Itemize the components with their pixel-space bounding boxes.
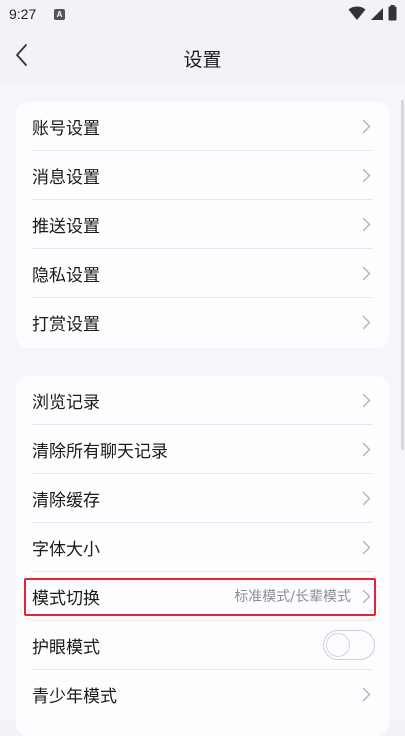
list-item-label: 打赏设置 (32, 315, 100, 335)
push-settings-item[interactable]: 推送设置 (32, 200, 373, 249)
list-item-label: 消息设置 (32, 167, 100, 188)
list-item-label: 护眼模式 (32, 637, 100, 658)
clear-chat-history-item[interactable]: 清除所有聊天记录 (32, 425, 373, 474)
tip-settings-item[interactable]: 打赏设置 (32, 298, 373, 347)
status-icons (348, 5, 397, 25)
list-item-label: 推送设置 (32, 216, 100, 237)
mode-switch-item[interactable]: 模式切换 标准模式/长辈模式 (32, 572, 373, 621)
chevron-right-icon (359, 167, 373, 183)
privacy-settings-item[interactable]: 隐私设置 (32, 249, 373, 298)
chevron-right-icon (359, 315, 373, 331)
chevron-right-icon (359, 441, 373, 457)
settings-group-account: 账号设置 消息设置 推送设置 隐私设置 打赏设置 (16, 102, 389, 348)
chevron-right-icon (359, 118, 373, 134)
nav-bar: 设置 (0, 30, 405, 84)
wifi-icon (348, 5, 366, 25)
browse-history-item[interactable]: 浏览记录 (32, 376, 373, 425)
message-settings-item[interactable]: 消息设置 (32, 151, 373, 200)
chevron-right-icon (359, 265, 373, 281)
list-item-label: 清除所有聊天记录 (32, 441, 168, 462)
list-item-label: 清除缓存 (32, 490, 100, 511)
status-bar: 9:27 A (0, 0, 405, 30)
chevron-right-icon (359, 687, 373, 703)
chevron-right-icon (359, 588, 373, 604)
chevron-right-icon (359, 539, 373, 555)
app-notification-icon: A (54, 9, 65, 20)
list-item-label: 隐私设置 (32, 265, 100, 286)
eye-protection-item: 护眼模式 (32, 621, 375, 670)
battery-icon (388, 5, 397, 25)
page-title: 设置 (183, 49, 222, 71)
status-time: 9:27 (9, 6, 37, 22)
settings-group-general: 浏览记录 清除所有聊天记录 清除缓存 字体大小 模式切换 标准模式/长辈模式 护… (16, 376, 389, 736)
account-settings-item[interactable]: 账号设置 (32, 102, 373, 151)
list-item-label: 浏览记录 (32, 392, 100, 413)
list-item-label: 模式切换 (32, 588, 100, 609)
font-size-item[interactable]: 字体大小 (32, 523, 373, 572)
scrollbar[interactable] (401, 100, 404, 450)
clear-cache-item[interactable]: 清除缓存 (32, 474, 373, 523)
list-item-label: 字体大小 (32, 539, 100, 560)
eye-protection-toggle[interactable] (323, 630, 375, 660)
list-item-label: 青少年模式 (32, 687, 117, 707)
chevron-right-icon (359, 216, 373, 232)
chevron-right-icon (359, 392, 373, 408)
list-item-label: 账号设置 (32, 118, 100, 139)
mode-switch-value: 标准模式/长辈模式 (234, 589, 351, 605)
chevron-right-icon (359, 490, 373, 506)
toggle-knob (326, 633, 350, 657)
signal-icon (370, 6, 384, 25)
teen-mode-item[interactable]: 青少年模式 (32, 670, 373, 719)
